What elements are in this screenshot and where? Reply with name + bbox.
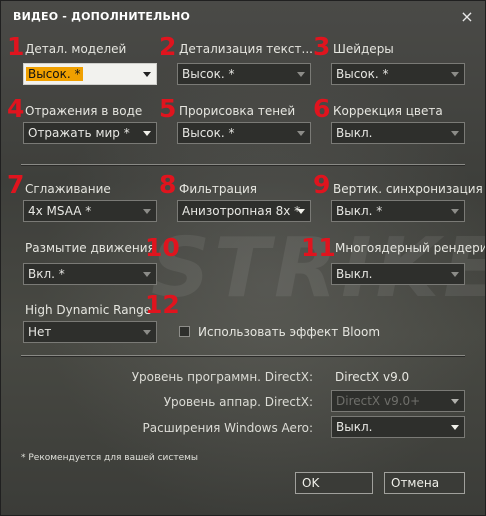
color-correction-value: Выкл.: [336, 126, 373, 140]
badge-3: 3: [313, 32, 331, 61]
badge-8: 8: [159, 170, 177, 199]
filtering-value: Анизотропная 8x *: [182, 204, 301, 218]
badge-1: 1: [7, 32, 25, 61]
motion-blur-select[interactable]: Вкл. *: [23, 263, 157, 285]
chevron-down-icon: [143, 272, 151, 277]
water-reflections-value: Отражать мир *: [28, 126, 130, 140]
dialog-title: ВИДЕО - ДОПОЛНИТЕЛЬНО: [13, 10, 191, 23]
vsync-select[interactable]: Выкл. *: [331, 200, 465, 222]
filtering-select[interactable]: Анизотропная 8x *: [177, 200, 311, 222]
badge-9: 9: [313, 170, 331, 199]
multicore-rendering-select[interactable]: Выкл.: [331, 263, 465, 285]
chevron-down-icon: [143, 330, 151, 335]
multicore-rendering-value: Выкл.: [336, 267, 373, 281]
badge-5: 5: [159, 94, 177, 123]
vsync-value: Выкл. *: [336, 204, 383, 218]
badge-2: 2: [159, 32, 177, 61]
hardware-directx-value: DirectX v9.0+: [336, 394, 421, 408]
texture-detail-select[interactable]: Высок. *: [177, 63, 311, 85]
software-directx-label: Уровень программн. DirectX:: [131, 370, 313, 384]
separator: [21, 355, 465, 356]
shaders-select[interactable]: Высок. *: [331, 63, 465, 85]
label-shaders: Шейдеры: [333, 42, 394, 56]
label-water-reflections: Отражения в воде: [25, 104, 143, 118]
antialiasing-value: 4x MSAA *: [28, 204, 92, 218]
shaders-value: Высок. *: [336, 67, 389, 81]
chevron-down-icon: [451, 131, 459, 136]
badge-10: 10: [145, 233, 180, 262]
separator: [21, 164, 465, 165]
chevron-down-icon: [451, 425, 459, 430]
badge-7: 7: [7, 170, 25, 199]
label-hdr: High Dynamic Range: [25, 303, 152, 317]
label-vsync: Вертик. синхронизация: [333, 182, 483, 196]
close-icon[interactable]: ×: [457, 7, 477, 27]
cancel-button[interactable]: Отмена: [384, 472, 465, 494]
chevron-down-icon: [297, 209, 305, 214]
aero-select[interactable]: Выкл.: [331, 416, 465, 438]
label-color-correction: Коррекция цвета: [333, 104, 443, 118]
antialiasing-select[interactable]: 4x MSAA *: [23, 200, 157, 222]
hardware-directx-select: DirectX v9.0+: [331, 390, 465, 412]
model-detail-select[interactable]: Высок. *: [23, 63, 157, 85]
shadow-detail-value: Высок. *: [182, 126, 235, 140]
label-model-detail: Детал. моделей: [25, 42, 127, 56]
bloom-label: Использовать эффект Bloom: [198, 325, 381, 339]
chevron-down-icon: [143, 72, 151, 77]
label-texture-detail: Детализация текст...: [179, 42, 313, 56]
chevron-down-icon: [143, 131, 151, 136]
software-directx-value: DirectX v9.0: [335, 370, 410, 384]
chevron-down-icon: [451, 272, 459, 277]
label-motion-blur: Размытие движения: [25, 241, 155, 255]
aero-value: Выкл.: [336, 420, 373, 434]
hdr-value: Нет: [28, 325, 52, 339]
label-multicore-rendering: Многоядерный рендеринг: [335, 241, 486, 255]
motion-blur-value: Вкл. *: [28, 267, 65, 281]
video-advanced-dialog: STRIKE ВИДЕО - ДОПОЛНИТЕЛЬНО × 1 Детал. …: [0, 0, 486, 516]
ok-button[interactable]: OK: [295, 472, 373, 494]
hdr-select[interactable]: Нет: [23, 321, 157, 343]
label-filtering: Фильтрация: [179, 182, 258, 196]
chevron-down-icon: [451, 72, 459, 77]
badge-6: 6: [313, 94, 331, 123]
chevron-down-icon: [297, 131, 305, 136]
badge-11: 11: [301, 233, 336, 262]
water-reflections-select[interactable]: Отражать мир *: [23, 122, 157, 144]
label-antialiasing: Сглаживание: [25, 182, 111, 196]
badge-4: 4: [7, 94, 25, 123]
texture-detail-value: Высок. *: [182, 67, 235, 81]
model-detail-value: Высок. *: [26, 67, 83, 81]
chevron-down-icon: [451, 399, 459, 404]
badge-12: 12: [145, 290, 180, 319]
bloom-checkbox[interactable]: [179, 326, 190, 337]
label-shadow-detail: Прорисовка теней: [179, 104, 296, 118]
aero-label: Расширения Windows Aero:: [142, 421, 313, 435]
shadow-detail-select[interactable]: Высок. *: [177, 122, 311, 144]
chevron-down-icon: [297, 72, 305, 77]
recommendation-note: * Рекомендуется для вашей системы: [21, 453, 199, 463]
color-correction-select[interactable]: Выкл.: [331, 122, 465, 144]
chevron-down-icon: [451, 209, 459, 214]
chevron-down-icon: [143, 209, 151, 214]
hardware-directx-label: Уровень аппар. DirectX:: [163, 395, 313, 409]
